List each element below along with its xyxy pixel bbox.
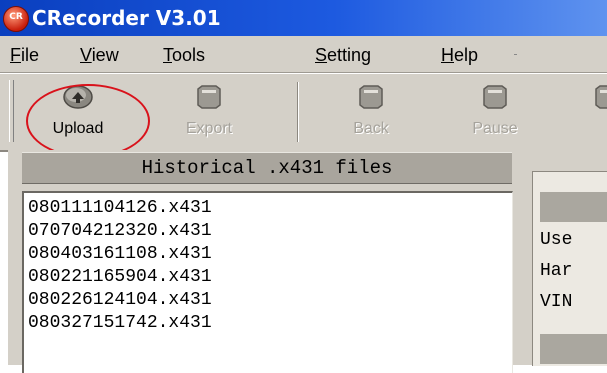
next-toolbar-button[interactable]	[573, 80, 607, 144]
file-list-item[interactable]: 070704212320.x431	[28, 220, 212, 242]
menu-tools[interactable]: Tools	[163, 45, 205, 66]
file-list[interactable]: 080111104126.x431 070704212320.x431 0804…	[22, 191, 513, 373]
back-label: Back	[353, 120, 389, 137]
info-panel-footer-bar	[540, 334, 607, 364]
menu-bar: File View Tools Setting Help	[0, 36, 607, 73]
disc-icon	[595, 85, 607, 109]
files-panel-title: Historical .x431 files	[141, 157, 393, 179]
menu-help-accel: H	[441, 45, 454, 65]
toolbar-separator	[297, 82, 299, 142]
title-bar[interactable]: CR CRecorder V3.01	[0, 0, 607, 36]
menu-setting-rest: etting	[327, 45, 372, 65]
upload-highlight-circle	[26, 84, 150, 158]
menu-help-rest: elp	[454, 45, 479, 65]
files-panel: Historical .x431 files 080111104126.x431…	[8, 150, 520, 373]
info-label-vin: VIN	[540, 292, 573, 312]
info-panel: Use Har VIN	[520, 150, 607, 366]
file-list-item[interactable]: 080403161108.x431	[28, 243, 212, 265]
info-label-hardware: Har	[540, 261, 573, 281]
window-title: CRecorder V3.01	[32, 6, 221, 30]
menu-view[interactable]: View	[80, 45, 119, 66]
info-label-user: Use	[540, 230, 573, 250]
menu-file-rest: ile	[21, 45, 40, 65]
menu-tools-accel: T	[163, 45, 172, 65]
pause-disc-icon	[483, 85, 507, 109]
menu-file[interactable]: File	[10, 45, 39, 66]
menu-setting-accel: S	[315, 45, 328, 65]
crecorder-app-icon[interactable]: CR	[3, 6, 29, 32]
pause-button[interactable]: Pause	[460, 80, 530, 144]
export-disc-icon	[197, 85, 221, 109]
menu-divider	[514, 54, 517, 55]
pause-label: Pause	[472, 120, 518, 137]
menu-help[interactable]: Help	[441, 45, 478, 66]
export-label: Export	[185, 120, 233, 137]
menu-tools-rest: ools	[172, 45, 206, 65]
back-disc-icon	[359, 85, 383, 109]
back-button[interactable]: Back	[336, 80, 406, 144]
file-list-item[interactable]: 080327151742.x431	[28, 312, 212, 334]
menu-view-rest: iew	[91, 45, 119, 65]
app-icon-text: CR	[9, 12, 23, 22]
info-panel-header	[540, 192, 607, 222]
file-list-item[interactable]: 080221165904.x431	[28, 266, 212, 288]
file-list-item[interactable]: 080226124104.x431	[28, 289, 212, 311]
menu-view-accel: V	[80, 45, 92, 65]
menu-file-accel: F	[10, 45, 21, 65]
toolbar-grip[interactable]	[9, 80, 14, 142]
file-list-item[interactable]: 080111104126.x431	[28, 197, 212, 219]
files-panel-header: Historical .x431 files	[22, 152, 512, 184]
menu-setting[interactable]: Setting	[315, 45, 371, 66]
export-button[interactable]: Export	[174, 80, 244, 144]
